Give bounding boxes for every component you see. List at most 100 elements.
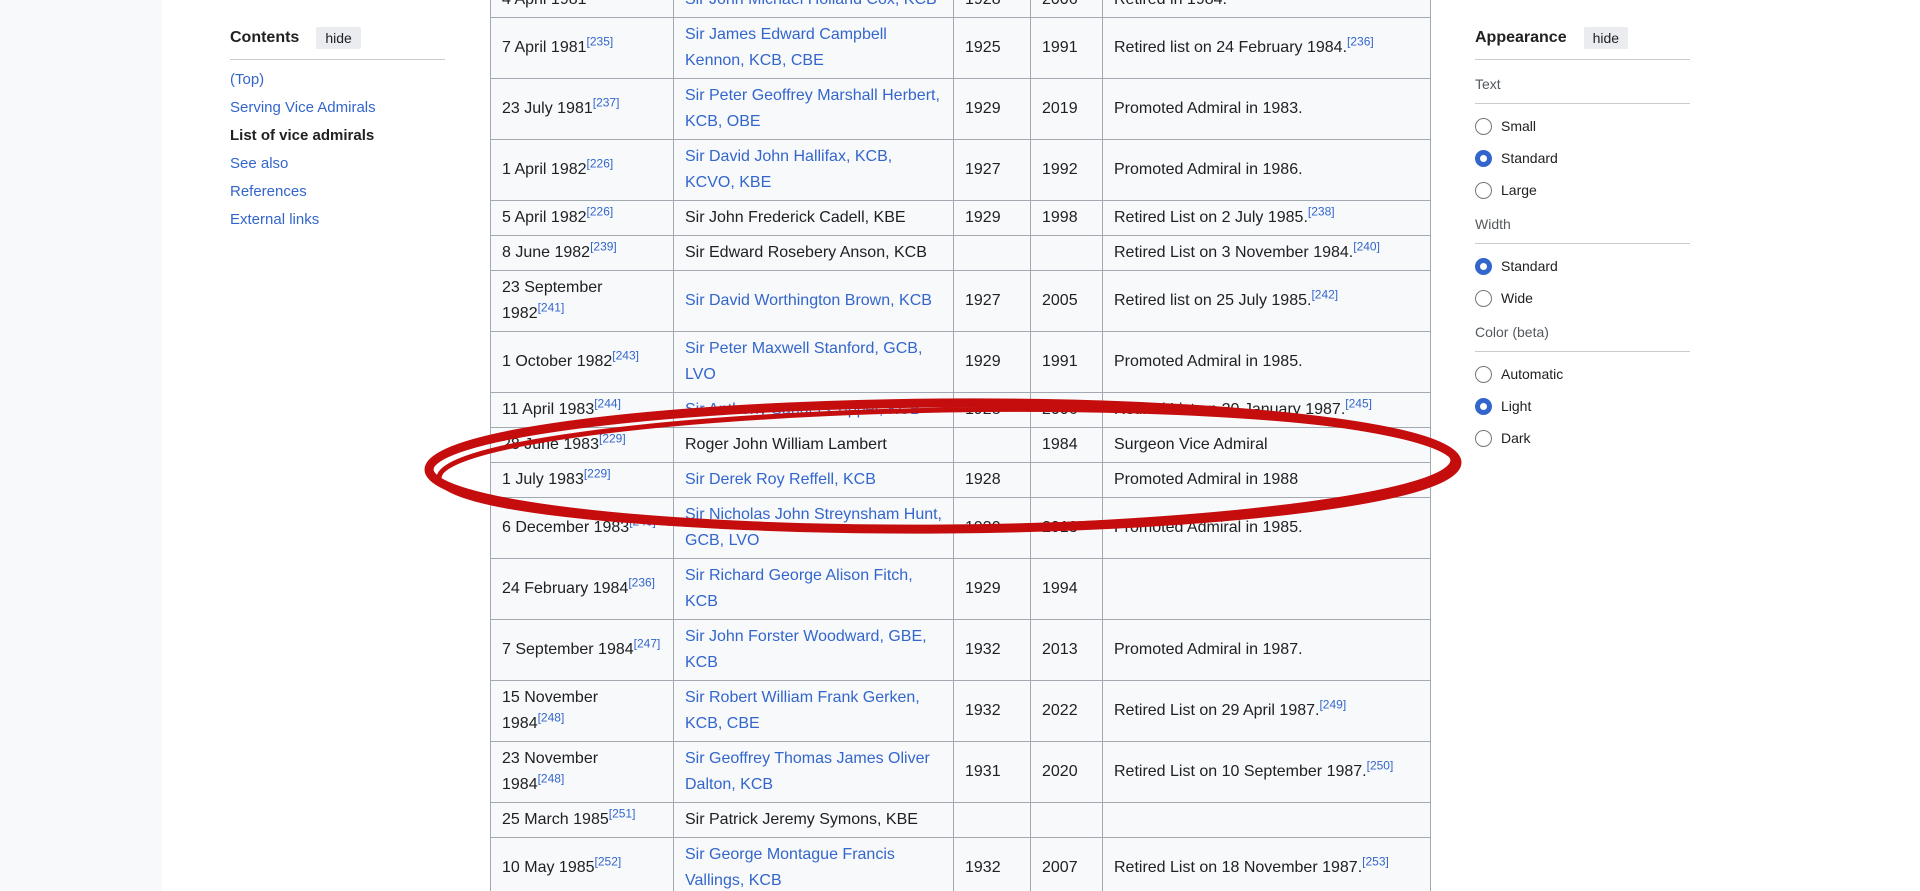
reference-link[interactable]: [245] xyxy=(1345,397,1372,411)
reference-link[interactable]: [229] xyxy=(584,467,611,481)
contents-title: Contents xyxy=(230,29,299,47)
officer-link[interactable]: Sir John Michael Holland Cox, KCB xyxy=(685,0,937,8)
reference-link[interactable]: [246] xyxy=(629,515,656,529)
reference-link[interactable]: [229] xyxy=(584,467,611,481)
reference-link[interactable]: [248] xyxy=(538,772,565,786)
officer-link[interactable]: Sir Derek Roy Reffell, KCB xyxy=(685,471,876,488)
reference-link[interactable]: [240] xyxy=(1353,240,1380,254)
contents-link[interactable]: Serving Vice Admirals xyxy=(230,99,376,116)
born-cell xyxy=(954,428,1031,463)
contents-link[interactable]: References xyxy=(230,183,307,200)
reference-link[interactable]: [235] xyxy=(587,0,614,1)
reference-link[interactable]: [241] xyxy=(538,301,565,315)
officer-link[interactable]: Sir Anthony Sanders Tippet, KCB xyxy=(685,401,921,418)
officer-link[interactable]: Sir James Edward Campbell Kennon, KCB, C… xyxy=(685,26,887,69)
reference-link[interactable]: [249] xyxy=(1319,698,1346,712)
reference-link[interactable]: [240] xyxy=(1353,240,1380,254)
notes-cell: Retired List on 2 July 1985.[238] xyxy=(1103,201,1431,236)
officer-link[interactable]: Sir Richard George Alison Fitch, KCB xyxy=(685,567,913,610)
radio-option-large[interactable]: Large xyxy=(1475,180,1690,200)
reference-link[interactable]: [248] xyxy=(538,772,565,786)
radio-unselected-icon[interactable] xyxy=(1475,118,1492,135)
reference-link[interactable]: [244] xyxy=(594,397,621,411)
reference-link[interactable]: [229] xyxy=(599,432,626,446)
radio-selected-icon[interactable] xyxy=(1475,150,1492,167)
reference-link[interactable]: [244] xyxy=(594,397,621,411)
reference-link[interactable]: [235] xyxy=(587,35,614,49)
reference-link[interactable]: [246] xyxy=(629,515,656,529)
radio-option-small[interactable]: Small xyxy=(1475,116,1690,136)
reference-link[interactable]: [238] xyxy=(1308,205,1335,219)
reference-link[interactable]: [229] xyxy=(599,432,626,446)
radio-option-wide[interactable]: Wide xyxy=(1475,288,1690,308)
radio-option-standard[interactable]: Standard xyxy=(1475,148,1690,168)
reference-link[interactable]: [248] xyxy=(538,711,565,725)
reference-link[interactable]: [252] xyxy=(595,855,622,869)
reference-link[interactable]: [250] xyxy=(1367,759,1394,773)
reference-link[interactable]: [239] xyxy=(590,240,617,254)
born-cell: 1928 xyxy=(954,393,1031,428)
reference-link[interactable]: [226] xyxy=(587,157,614,171)
radio-option-light[interactable]: Light xyxy=(1475,396,1690,416)
reference-link[interactable]: [247] xyxy=(634,637,661,651)
reference-link[interactable]: [251] xyxy=(609,807,636,821)
contents-link[interactable]: External links xyxy=(230,211,319,228)
reference-link[interactable]: [236] xyxy=(628,576,655,590)
radio-option-dark[interactable]: Dark xyxy=(1475,428,1690,448)
reference-link[interactable]: [243] xyxy=(612,349,639,363)
officer-link[interactable]: Sir Nicholas John Streynsham Hunt, GCB, … xyxy=(685,506,942,549)
reference-link[interactable]: [247] xyxy=(634,637,661,651)
contents-hide-button[interactable]: hide xyxy=(316,27,360,49)
radio-unselected-icon[interactable] xyxy=(1475,366,1492,383)
notes-cell xyxy=(1103,803,1431,838)
notes-cell: Retired List on 20 January 1987.[245] xyxy=(1103,393,1431,428)
reference-link[interactable]: [226] xyxy=(587,205,614,219)
officer-link[interactable]: Sir Peter Maxwell Stanford, GCB, LVO xyxy=(685,340,922,383)
reference-link[interactable]: [236] xyxy=(628,576,655,590)
officer-link[interactable]: Sir John Forster Woodward, GBE, KCB xyxy=(685,628,927,671)
born-cell: 1932 xyxy=(954,620,1031,681)
radio-selected-icon[interactable] xyxy=(1475,258,1492,275)
contents-link[interactable]: (Top) xyxy=(230,71,264,88)
contents-item: External links xyxy=(230,206,445,234)
reference-link[interactable]: [237] xyxy=(593,96,620,110)
contents-link[interactable]: See also xyxy=(230,155,288,172)
radio-unselected-icon[interactable] xyxy=(1475,430,1492,447)
reference-link[interactable]: [252] xyxy=(595,855,622,869)
radio-selected-icon[interactable] xyxy=(1475,398,1492,415)
radio-option-automatic[interactable]: Automatic xyxy=(1475,364,1690,384)
reference-link[interactable]: [251] xyxy=(609,807,636,821)
name-cell: Sir Edward Rosebery Anson, KCB xyxy=(674,236,954,271)
reference-link[interactable]: [253] xyxy=(1362,855,1389,869)
reference-link[interactable]: [226] xyxy=(587,205,614,219)
reference-link[interactable]: [237] xyxy=(593,96,620,110)
officer-link[interactable]: Sir David Worthington Brown, KCB xyxy=(685,292,932,309)
reference-link[interactable]: [248] xyxy=(538,711,565,725)
radio-option-standard[interactable]: Standard xyxy=(1475,256,1690,276)
reference-link[interactable]: [238] xyxy=(1308,205,1335,219)
officer-link[interactable]: Sir Geoffrey Thomas James Oliver Dalton,… xyxy=(685,750,930,793)
table-row: 28 June 1983[229]Roger John William Lamb… xyxy=(491,428,1431,463)
reference-link[interactable]: [235] xyxy=(587,0,614,1)
reference-link[interactable]: [236] xyxy=(1347,35,1374,49)
appearance-hide-button[interactable]: hide xyxy=(1584,27,1628,49)
reference-link[interactable]: [226] xyxy=(587,157,614,171)
reference-link[interactable]: [245] xyxy=(1345,397,1372,411)
reference-link[interactable]: [241] xyxy=(538,301,565,315)
reference-link[interactable]: [242] xyxy=(1311,288,1338,302)
reference-link[interactable]: [243] xyxy=(612,349,639,363)
officer-link[interactable]: Sir George Montague Francis Vallings, KC… xyxy=(685,846,895,889)
radio-unselected-icon[interactable] xyxy=(1475,182,1492,199)
officer-link[interactable]: Sir Peter Geoffrey Marshall Herbert, KCB… xyxy=(685,87,940,130)
reference-link[interactable]: [235] xyxy=(587,35,614,49)
reference-link[interactable]: [253] xyxy=(1362,855,1389,869)
officer-link[interactable]: Sir Robert William Frank Gerken, KCB, CB… xyxy=(685,689,920,732)
officer-link[interactable]: Sir David John Hallifax, KCB, KCVO, KBE xyxy=(685,148,892,191)
reference-link[interactable]: [242] xyxy=(1311,288,1338,302)
radio-unselected-icon[interactable] xyxy=(1475,290,1492,307)
reference-link[interactable]: [249] xyxy=(1319,698,1346,712)
reference-link[interactable]: [236] xyxy=(1347,35,1374,49)
reference-link[interactable]: [250] xyxy=(1367,759,1394,773)
notes-cell: Retired list on 25 July 1985.[242] xyxy=(1103,271,1431,332)
reference-link[interactable]: [239] xyxy=(590,240,617,254)
